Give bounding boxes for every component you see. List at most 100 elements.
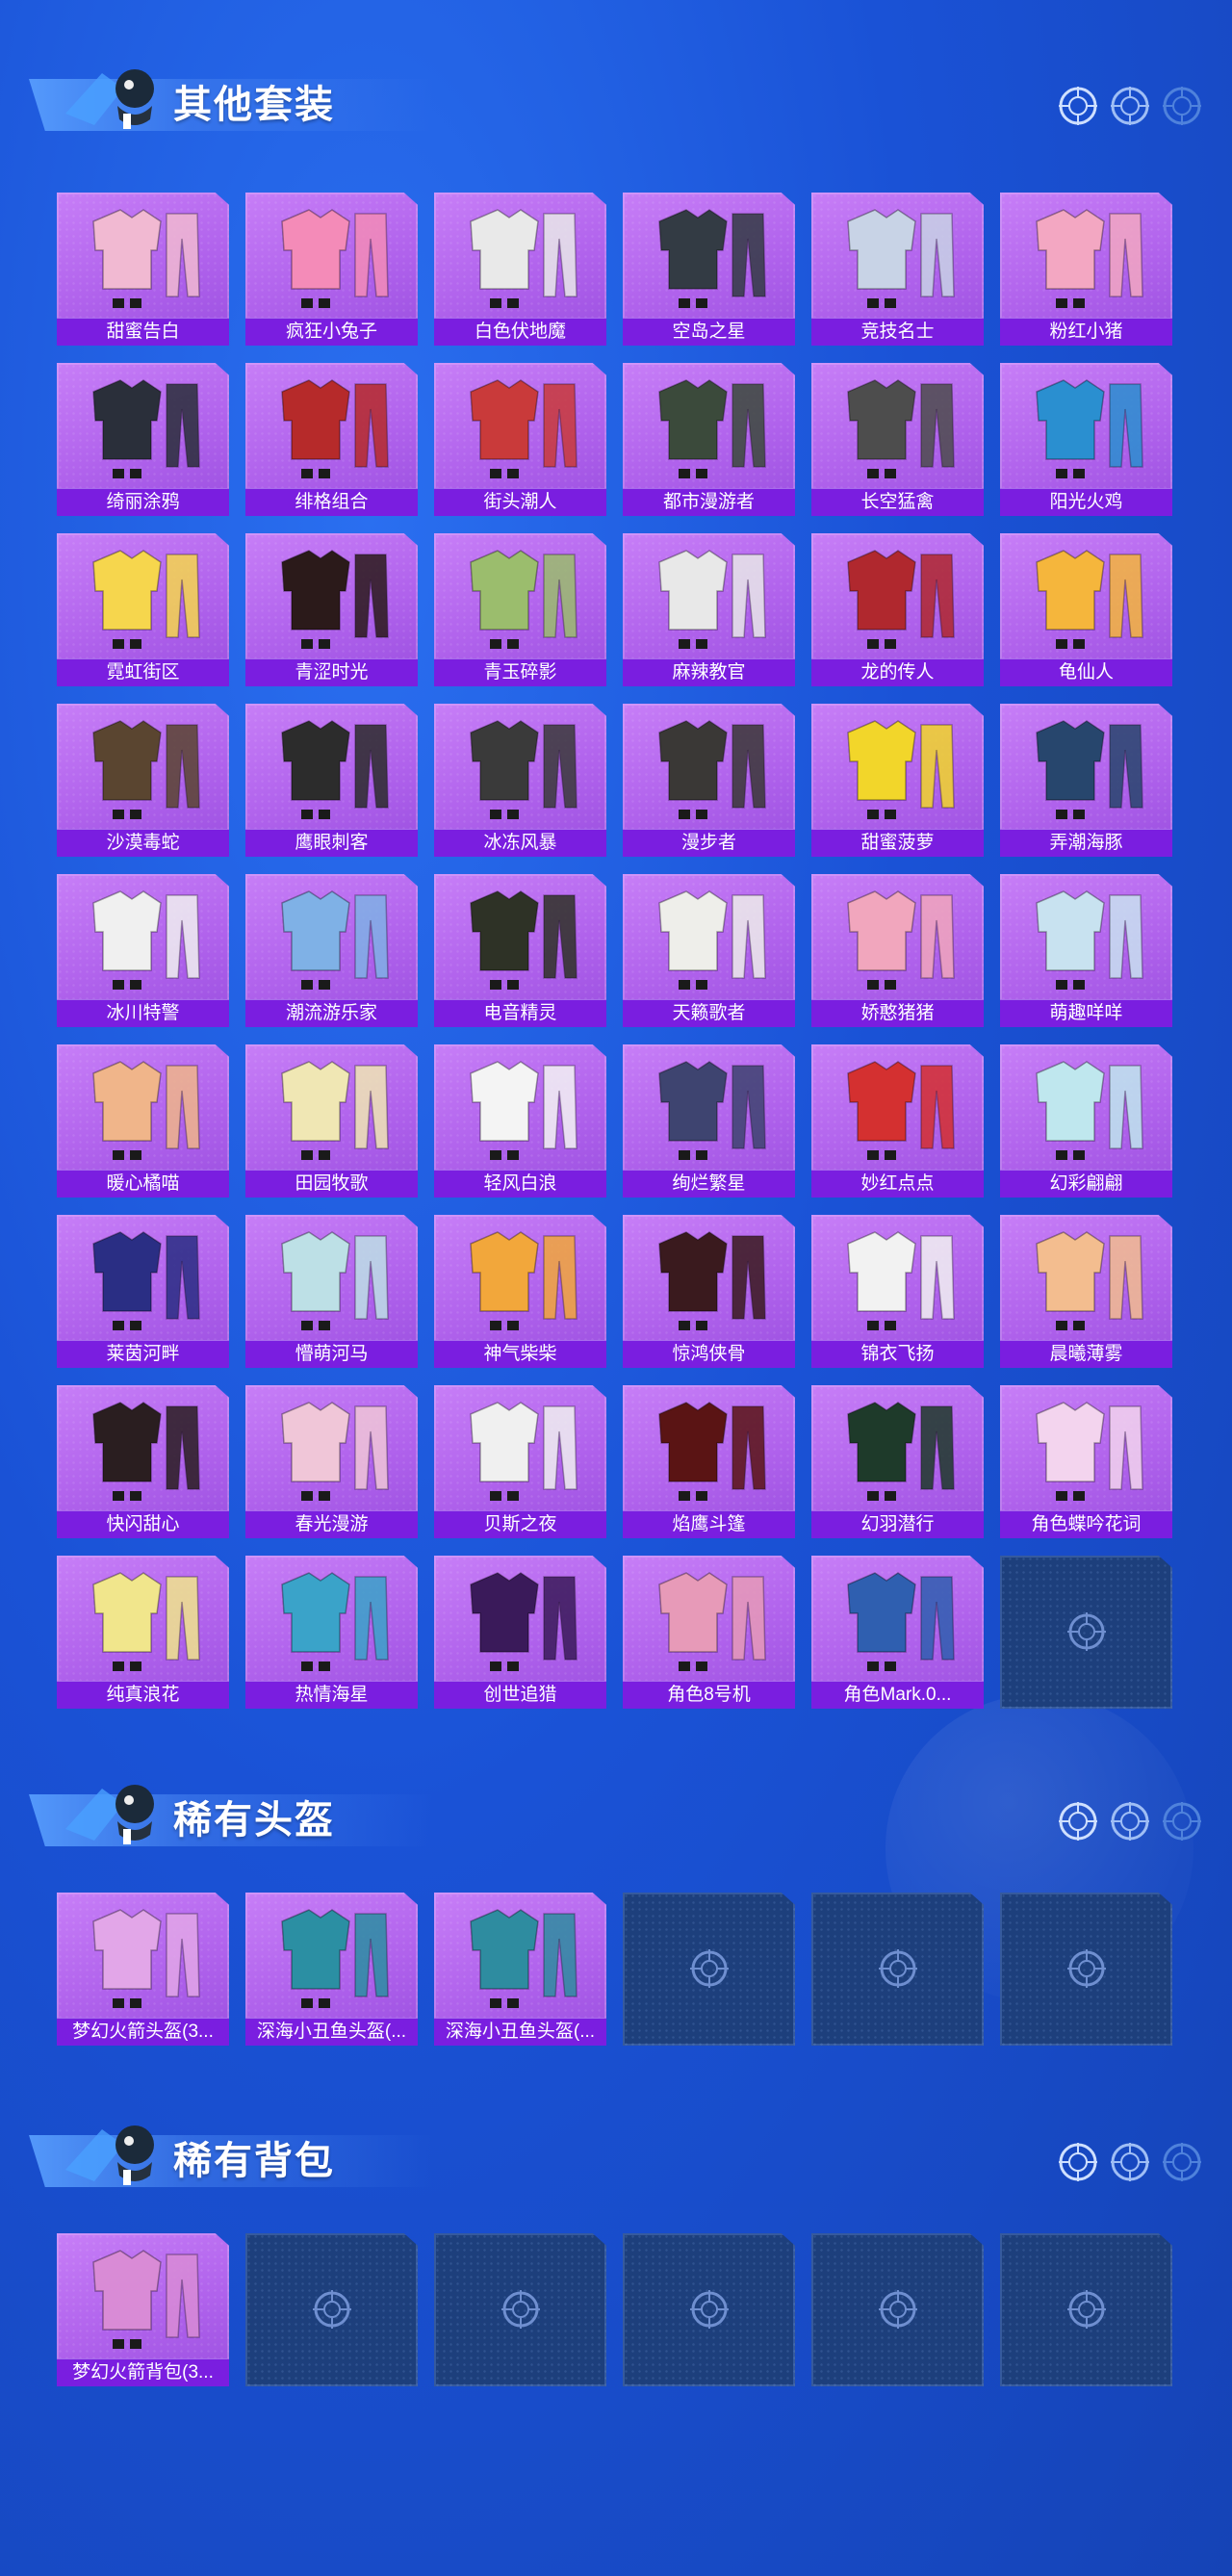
item-card[interactable]: 青玉碎影 (434, 533, 606, 686)
item-card[interactable]: 懵萌河马 (245, 1215, 418, 1368)
item-card[interactable]: 潮流游乐家 (245, 874, 418, 1027)
item-card[interactable]: 漫步者 (623, 704, 795, 857)
section-header: 其他套装 (29, 50, 433, 139)
item-card[interactable]: 幻彩翩翩 (1000, 1044, 1172, 1198)
item-card[interactable]: 沙漠毒蛇 (57, 704, 229, 857)
item-card[interactable]: 妙红点点 (811, 1044, 984, 1198)
outfit-image (658, 720, 766, 819)
outfit-image (1036, 1402, 1143, 1501)
item-card[interactable]: 春光漫游 (245, 1385, 418, 1538)
item-label: 梦幻火箭背包(3... (72, 2362, 214, 2383)
outfit-image (281, 550, 389, 649)
item-card[interactable]: 莱茵河畔 (57, 1215, 229, 1368)
item-card[interactable]: 天籁歌者 (623, 874, 795, 1027)
item-label: 青涩时光 (295, 662, 369, 683)
item-card[interactable]: 暖心橘喵 (57, 1044, 229, 1198)
item-card[interactable]: 纯真浪花 (57, 1556, 229, 1709)
outfit-image (1036, 890, 1143, 990)
item-card[interactable]: 热情海星 (245, 1556, 418, 1709)
outfit-image (470, 209, 578, 308)
item-card[interactable]: 神气柴柴 (434, 1215, 606, 1368)
item-card[interactable]: 角色8号机 (623, 1556, 795, 1709)
empty-slot-crosshair-icon (879, 2290, 917, 2329)
outfit-image (847, 1402, 955, 1501)
item-card[interactable]: 角色Mark.0... (811, 1556, 984, 1709)
item-card[interactable]: 幻羽潜行 (811, 1385, 984, 1538)
outfit-image (658, 1402, 766, 1501)
item-card[interactable]: 电音精灵 (434, 874, 606, 1027)
item-card[interactable]: 绮丽涂鸦 (57, 363, 229, 516)
item-card[interactable]: 都市漫游者 (623, 363, 795, 516)
item-card[interactable]: 萌趣咩咩 (1000, 874, 1172, 1027)
item-card[interactable]: 弄潮海豚 (1000, 704, 1172, 857)
item-card[interactable]: 焰鹰斗篷 (623, 1385, 795, 1538)
item-card[interactable]: 晨曦薄雾 (1000, 1215, 1172, 1368)
outfit-image (92, 1909, 200, 2008)
outfit-image (92, 1061, 200, 1160)
outfit-image (658, 209, 766, 308)
item-label: 锦衣飞扬 (860, 1344, 935, 1364)
item-label: 龟仙人 (1058, 662, 1114, 683)
item-card[interactable]: 绯格组合 (245, 363, 418, 516)
item-card[interactable]: 阳光火鸡 (1000, 363, 1172, 516)
section-header: 稀有背包 (29, 2106, 433, 2195)
item-card[interactable]: 粉红小猪 (1000, 193, 1172, 346)
item-label: 梦幻火箭头盔(3... (72, 2022, 214, 2042)
item-label: 春光漫游 (295, 1514, 369, 1534)
outfit-image (92, 1402, 200, 1501)
item-label: 潮流游乐家 (285, 1003, 377, 1023)
outfit-image (281, 1231, 389, 1330)
item-card[interactable]: 娇憨猪猪 (811, 874, 984, 1027)
item-card[interactable]: 竞技名士 (811, 193, 984, 346)
item-label: 田园牧歌 (295, 1173, 369, 1194)
item-card[interactable]: 梦幻火箭背包(3... (57, 2233, 229, 2386)
item-grid: 甜蜜告白 疯狂小兔子 白色伏地魔 空岛之星 竞技名士 粉红小猪绮丽涂鸦 绯格组合 街头潮人 都市… (57, 193, 1172, 1709)
item-label: 阳光火鸡 (1049, 492, 1123, 512)
item-card[interactable]: 绚烂繁星 (623, 1044, 795, 1198)
item-card[interactable]: 白色伏地魔 (434, 193, 606, 346)
item-label: 轻风白浪 (483, 1173, 557, 1194)
item-card[interactable]: 角色蝶吟花词 (1000, 1385, 1172, 1538)
item-card[interactable]: 田园牧歌 (245, 1044, 418, 1198)
crosshair-decoration (1057, 85, 1203, 127)
item-card[interactable]: 疯狂小兔子 (245, 193, 418, 346)
parachute-mascot-icon (65, 1785, 154, 1844)
outfit-image (847, 720, 955, 819)
empty-slot (1000, 1893, 1172, 2046)
item-label: 白色伏地魔 (474, 322, 566, 342)
item-card[interactable]: 惊鸿侠骨 (623, 1215, 795, 1368)
empty-slot (245, 2233, 418, 2386)
item-label: 长空猛禽 (860, 492, 935, 512)
item-card[interactable]: 甜蜜告白 (57, 193, 229, 346)
item-label: 妙红点点 (860, 1173, 935, 1194)
item-label: 娇憨猪猪 (860, 1003, 935, 1023)
item-card[interactable]: 深海小丑鱼头盔(... (434, 1893, 606, 2046)
item-card[interactable]: 龙的传人 (811, 533, 984, 686)
item-card[interactable]: 冰冻风暴 (434, 704, 606, 857)
crosshair-decoration (1057, 1800, 1203, 1842)
item-label: 角色8号机 (667, 1685, 751, 1705)
item-card[interactable]: 轻风白浪 (434, 1044, 606, 1198)
item-card[interactable]: 霓虹街区 (57, 533, 229, 686)
item-card[interactable]: 长空猛禽 (811, 363, 984, 516)
item-card[interactable]: 深海小丑鱼头盔(... (245, 1893, 418, 2046)
item-card[interactable]: 青涩时光 (245, 533, 418, 686)
item-card[interactable]: 锦衣飞扬 (811, 1215, 984, 1368)
item-card[interactable]: 甜蜜菠萝 (811, 704, 984, 857)
item-label: 粉红小猪 (1049, 322, 1123, 342)
crosshair-icon (1109, 2141, 1151, 2183)
outfit-image (1036, 550, 1143, 649)
item-card[interactable]: 创世追猎 (434, 1556, 606, 1709)
item-card[interactable]: 梦幻火箭头盔(3... (57, 1893, 229, 2046)
item-card[interactable]: 鹰眼刺客 (245, 704, 418, 857)
outfit-image (470, 1402, 578, 1501)
item-card[interactable]: 冰川特警 (57, 874, 229, 1027)
item-card[interactable]: 街头潮人 (434, 363, 606, 516)
item-card[interactable]: 贝斯之夜 (434, 1385, 606, 1538)
item-label: 深海小丑鱼头盔(... (445, 2022, 596, 2042)
item-card[interactable]: 空岛之星 (623, 193, 795, 346)
outfit-image (281, 1061, 389, 1160)
item-card[interactable]: 麻辣教官 (623, 533, 795, 686)
item-card[interactable]: 龟仙人 (1000, 533, 1172, 686)
item-card[interactable]: 快闪甜心 (57, 1385, 229, 1538)
